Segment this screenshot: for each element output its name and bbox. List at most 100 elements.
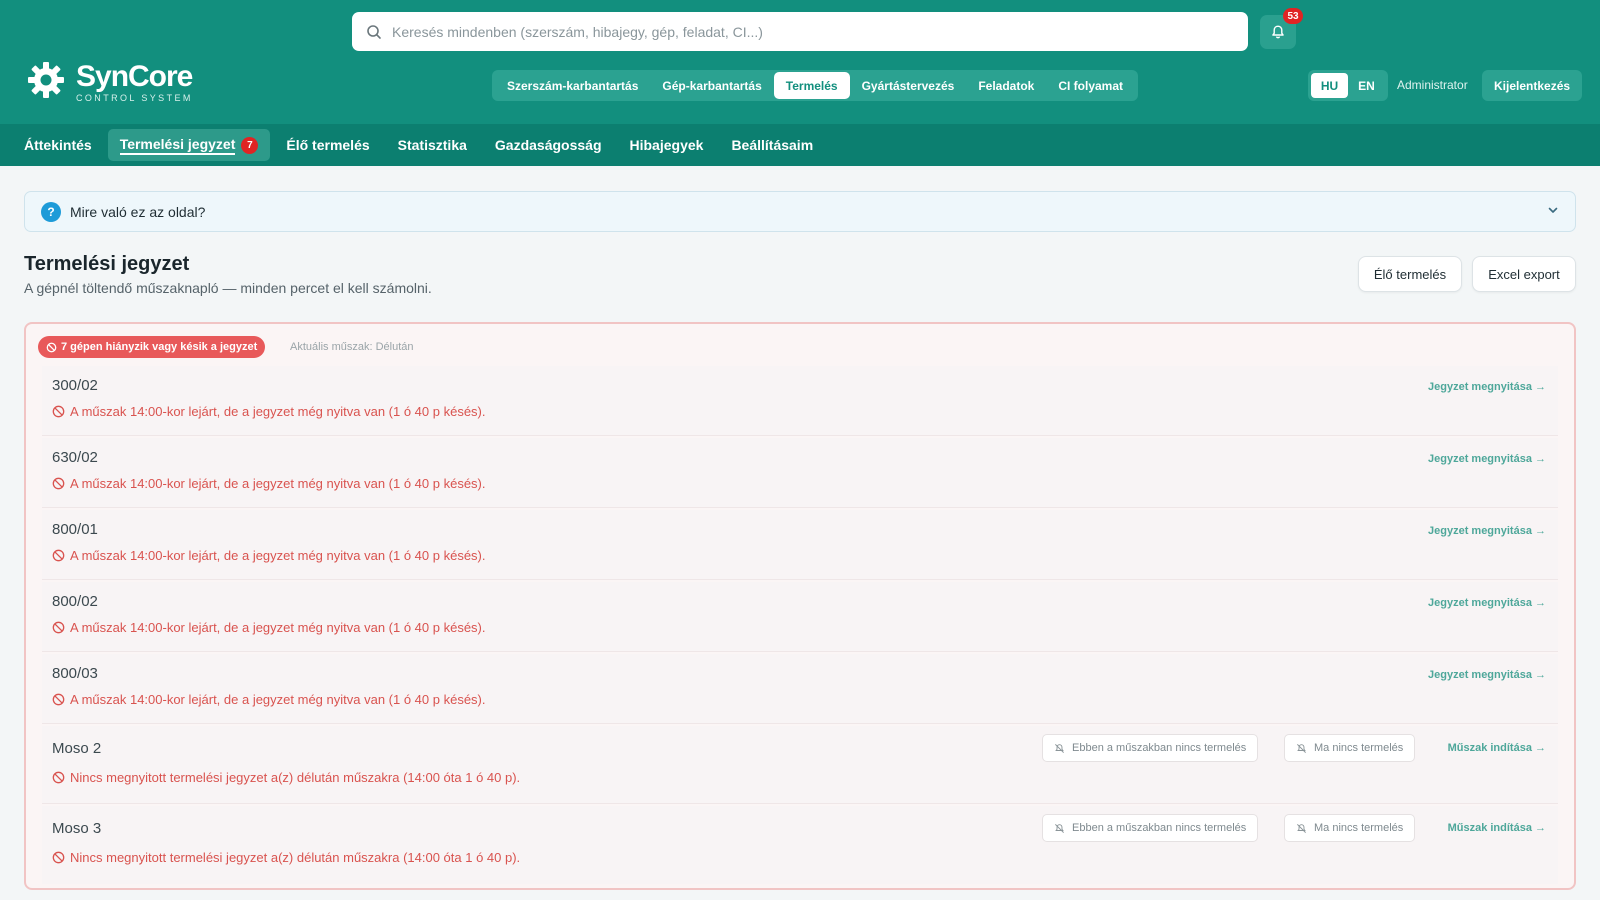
subnav-label: Élő termelés [286, 137, 370, 153]
subnav-live-production[interactable]: Élő termelés [274, 129, 381, 161]
machine-name: Moso 3 [52, 820, 102, 837]
gear-icon [28, 62, 64, 98]
module-switcher: Szerszám-karbantartás Gép-karbantartás T… [492, 70, 1139, 101]
logo-subtitle: CONTROL SYSTEM [76, 93, 193, 103]
lang-en-button[interactable]: EN [1348, 73, 1385, 98]
subnav-overview[interactable]: Áttekintés [12, 129, 104, 161]
tag-label: Ma nincs termelés [1314, 822, 1404, 834]
machine-name: 630/02 [52, 449, 98, 466]
excel-export-button[interactable]: Excel export [1472, 256, 1576, 292]
chevron-down-icon [1548, 207, 1558, 213]
module-machine-maintenance[interactable]: Gép-karbantartás [650, 72, 773, 99]
page-title: Termelési jegyzet [24, 253, 190, 275]
subnav-label: Áttekintés [24, 137, 92, 153]
machine-row: 300/02 A műszak 14:00-kor lejárt, de a j… [42, 366, 1558, 436]
open-note-link[interactable]: Jegyzet megnyitása → [1428, 381, 1546, 393]
no-production-shift-button[interactable]: Ebben a műszakban nincs termelés [1042, 814, 1259, 842]
row-message-text: Nincs megnyitott termelési jegyzet a(z) … [70, 770, 521, 785]
row-message: A műszak 14:00-kor lejárt, de a jegyzet … [52, 404, 486, 419]
logout-button[interactable]: Kijelentkezés [1482, 70, 1583, 101]
row-message-text: A műszak 14:00-kor lejárt, de a jegyzet … [70, 476, 486, 491]
module-tool-maintenance[interactable]: Szerszám-karbantartás [495, 72, 650, 99]
subnav-count-badge: 7 [241, 136, 259, 154]
row-message-text: A műszak 14:00-kor lejárt, de a jegyzet … [70, 548, 486, 563]
row-message: Nincs megnyitott termelési jegyzet a(z) … [52, 850, 520, 865]
start-shift-link[interactable]: Műszak indítása → [1448, 742, 1546, 754]
no-production-today-button[interactable]: Ma nincs termelés [1284, 814, 1416, 842]
sub-navigation: Áttekintés Termelési jegyzet 7 Élő terme… [0, 124, 1600, 166]
bell-off-icon [1297, 823, 1306, 833]
machine-name: 300/02 [52, 377, 98, 394]
module-production-planning[interactable]: Gyártástervezés [850, 72, 967, 99]
module-tasks[interactable]: Feladatok [966, 72, 1046, 99]
missing-notes-panel: 7 gépen hiányzik vagy késik a jegyzet Ak… [24, 322, 1576, 890]
bell-off-icon [1055, 823, 1064, 833]
row-message: A műszak 14:00-kor lejárt, de a jegyzet … [52, 476, 486, 491]
bell-icon [1272, 25, 1284, 39]
page-subtitle: A gépnél töltendő műszaknapló — minden p… [24, 280, 432, 296]
no-production-shift-button[interactable]: Ebben a műszakban nincs termelés [1042, 734, 1259, 762]
search-icon [367, 24, 381, 39]
machine-row: Moso 2 Nincs megnyitott termelési jegyze… [42, 726, 1558, 804]
prohibited-icon [52, 405, 65, 418]
help-accordion[interactable]: ? Mire való ez az oldal? [24, 191, 1576, 232]
machine-name: 800/03 [52, 665, 98, 682]
module-ci-process[interactable]: CI folyamat [1046, 72, 1135, 99]
global-search[interactable] [352, 12, 1248, 51]
help-title: Mire való ez az oldal? [70, 203, 206, 220]
row-message-text: Nincs megnyitott termelési jegyzet a(z) … [70, 850, 521, 865]
open-note-link[interactable]: Jegyzet megnyitása → [1428, 597, 1546, 609]
row-message-text: A műszak 14:00-kor lejárt, de a jegyzet … [70, 692, 486, 707]
subnav-label: Hibajegyek [629, 137, 704, 153]
alert-pill: 7 gépen hiányzik vagy késik a jegyzet [38, 336, 266, 358]
live-production-button[interactable]: Élő termelés [1358, 256, 1462, 292]
row-message-text: A műszak 14:00-kor lejárt, de a jegyzet … [70, 620, 486, 635]
row-message-text: A műszak 14:00-kor lejárt, de a jegyzet … [70, 404, 486, 419]
alert-pill-text: 7 gépen hiányzik vagy késik a jegyzet [61, 341, 258, 353]
subnav-my-settings[interactable]: Beállításaim [719, 129, 825, 161]
machine-row: 800/01 A műszak 14:00-kor lejárt, de a j… [42, 510, 1558, 580]
machine-row: 800/02 A műszak 14:00-kor lejárt, de a j… [42, 582, 1558, 652]
subnav-production-notes[interactable]: Termelési jegyzet 7 [107, 129, 271, 161]
machine-row: 630/02 A műszak 14:00-kor lejárt, de a j… [42, 438, 1558, 508]
bell-off-icon [1297, 743, 1306, 753]
subnav-label: Termelési jegyzet [119, 136, 236, 155]
machine-name: Moso 2 [52, 740, 102, 757]
open-note-link[interactable]: Jegyzet megnyitása → [1428, 525, 1546, 537]
language-switcher: HU EN [1308, 70, 1388, 101]
start-shift-link[interactable]: Műszak indítása → [1448, 822, 1546, 834]
notification-count-badge: 53 [1283, 8, 1303, 24]
subnav-label: Statisztika [397, 137, 467, 153]
tag-label: Ebben a műszakban nincs termelés [1072, 822, 1247, 834]
app-logo[interactable]: SynCore CONTROL SYSTEM [26, 60, 193, 105]
open-note-link[interactable]: Jegyzet megnyitása → [1428, 669, 1546, 681]
prohibited-icon [52, 549, 65, 562]
row-message: Nincs megnyitott termelési jegyzet a(z) … [52, 770, 520, 785]
top-bar: 53 SynCore CONTROL SYSTEM [0, 0, 1600, 124]
tag-label: Ebben a műszakban nincs termelés [1072, 742, 1247, 754]
row-message: A műszak 14:00-kor lejárt, de a jegyzet … [52, 692, 486, 707]
subnav-label: Beállításaim [731, 137, 814, 153]
logo-name: SynCore [76, 60, 193, 93]
question-icon: ? [41, 201, 61, 222]
prohibited-icon [52, 621, 65, 634]
search-input[interactable] [392, 23, 1248, 40]
prohibited-icon [52, 851, 65, 864]
open-note-link[interactable]: Jegyzet megnyitása → [1428, 453, 1546, 465]
subnav-tickets[interactable]: Hibajegyek [618, 129, 716, 161]
no-production-today-button[interactable]: Ma nincs termelés [1284, 734, 1416, 762]
prohibited-icon [52, 477, 65, 490]
subnav-statistics[interactable]: Statisztika [386, 129, 479, 161]
machine-name: 800/02 [52, 593, 98, 610]
row-message: A műszak 14:00-kor lejárt, de a jegyzet … [52, 548, 486, 563]
user-name: Administrator [1397, 78, 1468, 92]
machine-row: Moso 3 Nincs megnyitott termelési jegyze… [42, 806, 1558, 884]
row-message: A műszak 14:00-kor lejárt, de a jegyzet … [52, 620, 486, 635]
bell-off-icon [1055, 743, 1064, 753]
machine-name: 800/01 [52, 521, 98, 538]
lang-hu-button[interactable]: HU [1311, 73, 1348, 98]
current-shift-label: Aktuális műszak: Délután [290, 341, 414, 353]
machine-row: 800/03 A műszak 14:00-kor lejárt, de a j… [42, 654, 1558, 724]
module-production[interactable]: Termelés [773, 72, 850, 99]
subnav-economics[interactable]: Gazdaságosság [483, 129, 614, 161]
